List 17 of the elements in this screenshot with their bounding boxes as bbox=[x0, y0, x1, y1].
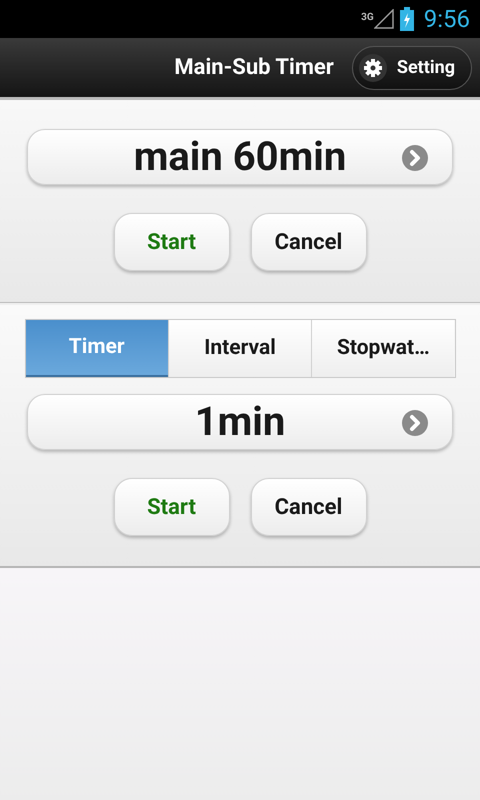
start-button[interactable]: Start bbox=[114, 213, 230, 271]
app-title: Main-Sub Timer bbox=[174, 54, 334, 82]
clock-time: 9:56 bbox=[424, 4, 470, 35]
chevron-right-icon bbox=[402, 145, 428, 171]
mode-tab[interactable]: Interval bbox=[168, 320, 312, 377]
time-value-button[interactable]: 1min bbox=[27, 394, 453, 450]
cancel-button[interactable]: Cancel bbox=[250, 213, 366, 271]
time-value-button[interactable]: main 60min bbox=[27, 129, 453, 185]
settings-icon bbox=[358, 54, 387, 82]
battery-icon bbox=[400, 7, 414, 31]
signal-icon bbox=[374, 9, 394, 29]
network-type: 3G bbox=[361, 13, 374, 23]
chevron-right-icon bbox=[402, 410, 428, 436]
cancel-button[interactable]: Cancel bbox=[250, 478, 366, 536]
start-button[interactable]: Start bbox=[114, 478, 230, 536]
mode-tab[interactable]: Stopwat… bbox=[311, 320, 454, 377]
setting-button[interactable]: Setting bbox=[352, 46, 472, 90]
